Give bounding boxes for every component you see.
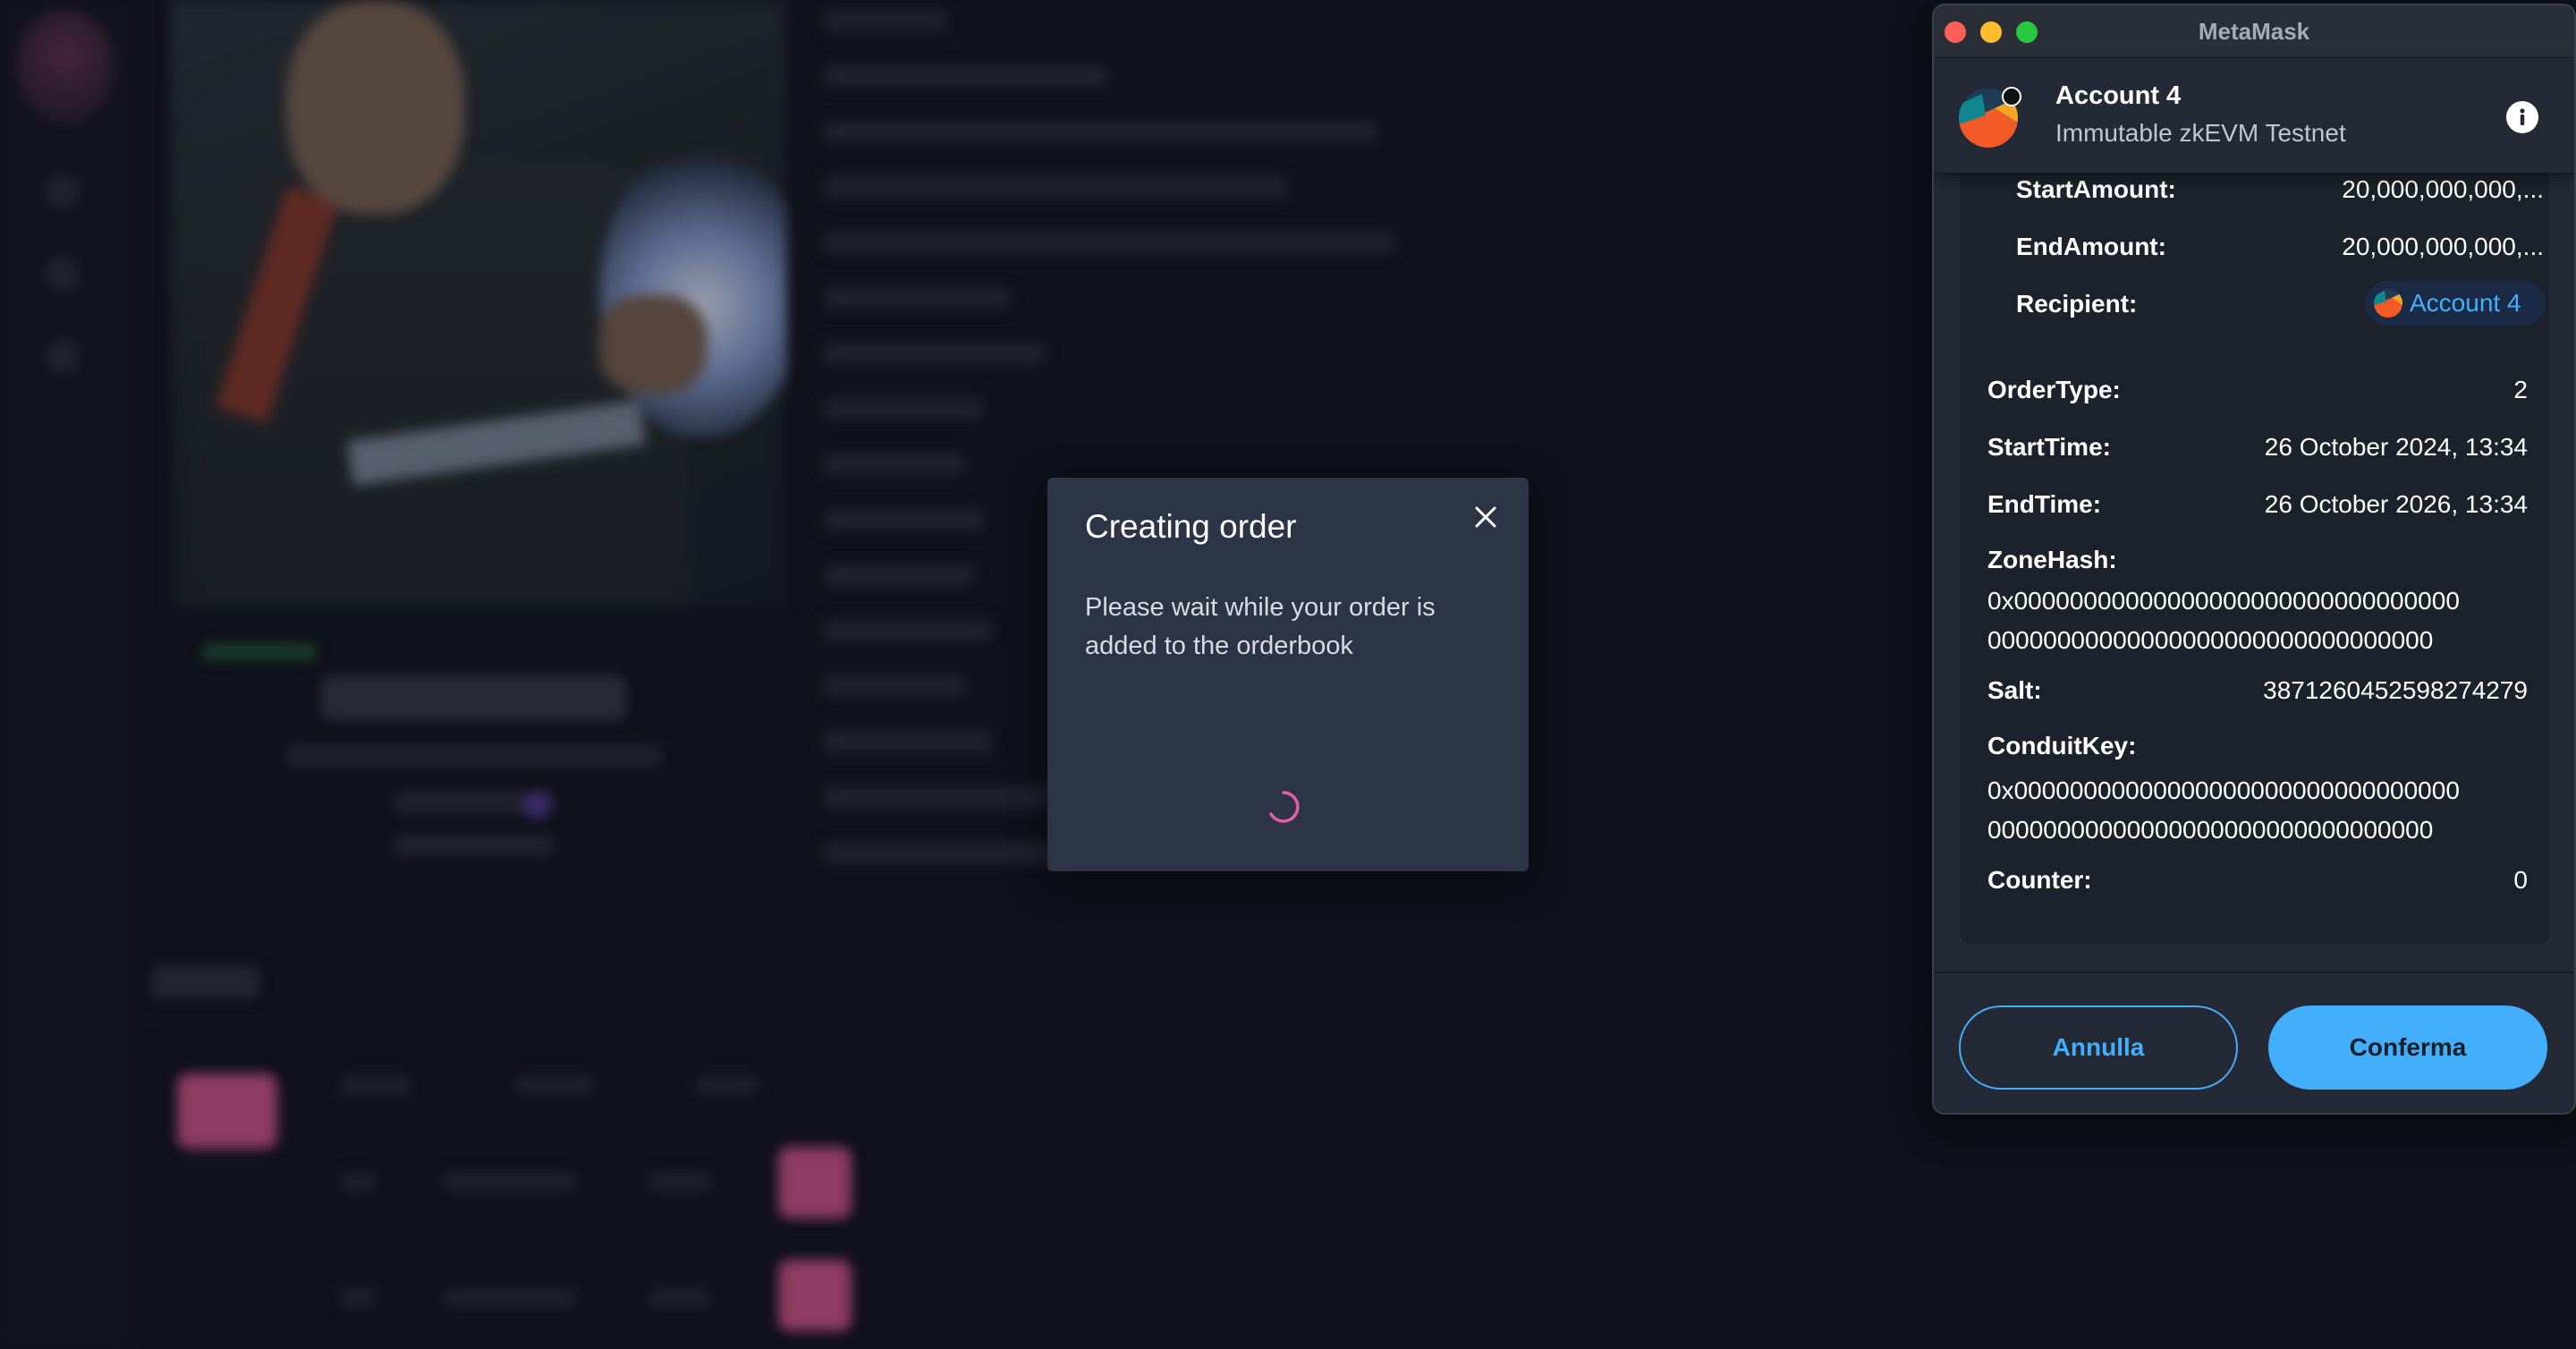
account-name: Account 4 (2055, 81, 2182, 110)
confirm-button[interactable]: Conferma (2268, 1005, 2547, 1090)
window-titlebar: MetaMask (1934, 5, 2574, 58)
creating-order-modal: Creating order Please wait while your or… (1047, 478, 1529, 871)
field-label: OrderType: (1987, 376, 2121, 403)
message-details-card: StartAmount: 20,000,000,000,... EndAmoun… (1961, 148, 2549, 945)
field-label: EndTime: (1987, 490, 2102, 518)
field-value: 26 October 2024, 13:34 (2264, 433, 2528, 461)
field-label: Counter: (1987, 866, 2092, 894)
field-value: 2 (2513, 376, 2528, 403)
field-label: ZoneHash: (1987, 546, 2117, 573)
info-icon[interactable] (2506, 101, 2538, 133)
zone-hash-label: ZoneHash: (1987, 546, 2117, 574)
window-title: MetaMask (2198, 18, 2310, 45)
cancel-button[interactable]: Annulla (1959, 1005, 2238, 1090)
end-time-row: EndTime: 26 October 2026, 13:34 (1987, 490, 2528, 519)
order-type-row: OrderType: 2 (1987, 376, 2528, 404)
field-value: 20,000,000,000,... (2342, 233, 2544, 260)
field-value: 20,000,000,000,... (2342, 175, 2544, 203)
account-badge-icon (2002, 87, 2021, 106)
loading-spinner-icon (1266, 789, 1301, 825)
salt-row: Salt: 3871260452598274279 (1987, 676, 2528, 705)
hex-line: 00000000000000000000000000000000 (1987, 626, 2434, 654)
hex-line: 00000000000000000000000000000000 (1987, 816, 2434, 844)
recipient-row: Recipient: (2016, 290, 2284, 318)
recipient-account-chip[interactable]: Account 4 (2365, 281, 2546, 326)
field-label: StartTime: (1987, 433, 2111, 461)
modal-message: Please wait while your order is added to… (1085, 593, 1436, 660)
start-time-row: StartTime: 26 October 2024, 13:34 (1987, 433, 2528, 462)
hex-line: 0x00000000000000000000000000000000 (1987, 587, 2460, 615)
close-icon[interactable] (1468, 499, 1504, 535)
conduit-key-label: ConduitKey: (1987, 732, 2136, 760)
start-amount-row: StartAmount: 20,000,000,000,... (2016, 175, 2544, 204)
field-label: Recipient: (2016, 290, 2138, 318)
metamask-window: MetaMask Account 4 Immutable zkEVM Testn… (1932, 4, 2576, 1115)
account-header: Account 4 Immutable zkEVM Testnet (1934, 58, 2574, 174)
end-amount-row: EndAmount: 20,000,000,000,... (2016, 233, 2544, 261)
field-label: ConduitKey: (1987, 732, 2137, 759)
field-label: Salt: (1987, 676, 2042, 704)
network-name: Immutable zkEVM Testnet (2055, 119, 2346, 147)
conduit-key-value: 0x00000000000000000000000000000000 00000… (1987, 771, 2460, 850)
modal-title: Creating order (1085, 508, 1297, 545)
hex-line: 0x00000000000000000000000000000000 (1987, 776, 2460, 804)
field-value: 26 October 2026, 13:34 (2264, 490, 2528, 518)
recipient-name: Account 4 (2410, 289, 2521, 317)
zone-hash-value: 0x00000000000000000000000000000000 00000… (1987, 581, 2460, 660)
field-label: EndAmount: (2016, 233, 2166, 260)
field-value: 0 (2513, 866, 2528, 894)
action-footer: Annulla Conferma (1934, 971, 2574, 1113)
recipient-avatar (2374, 289, 2402, 318)
field-value: 3871260452598274279 (2263, 676, 2528, 704)
field-label: StartAmount: (2016, 175, 2176, 203)
counter-row: Counter: 0 (1987, 866, 2528, 895)
